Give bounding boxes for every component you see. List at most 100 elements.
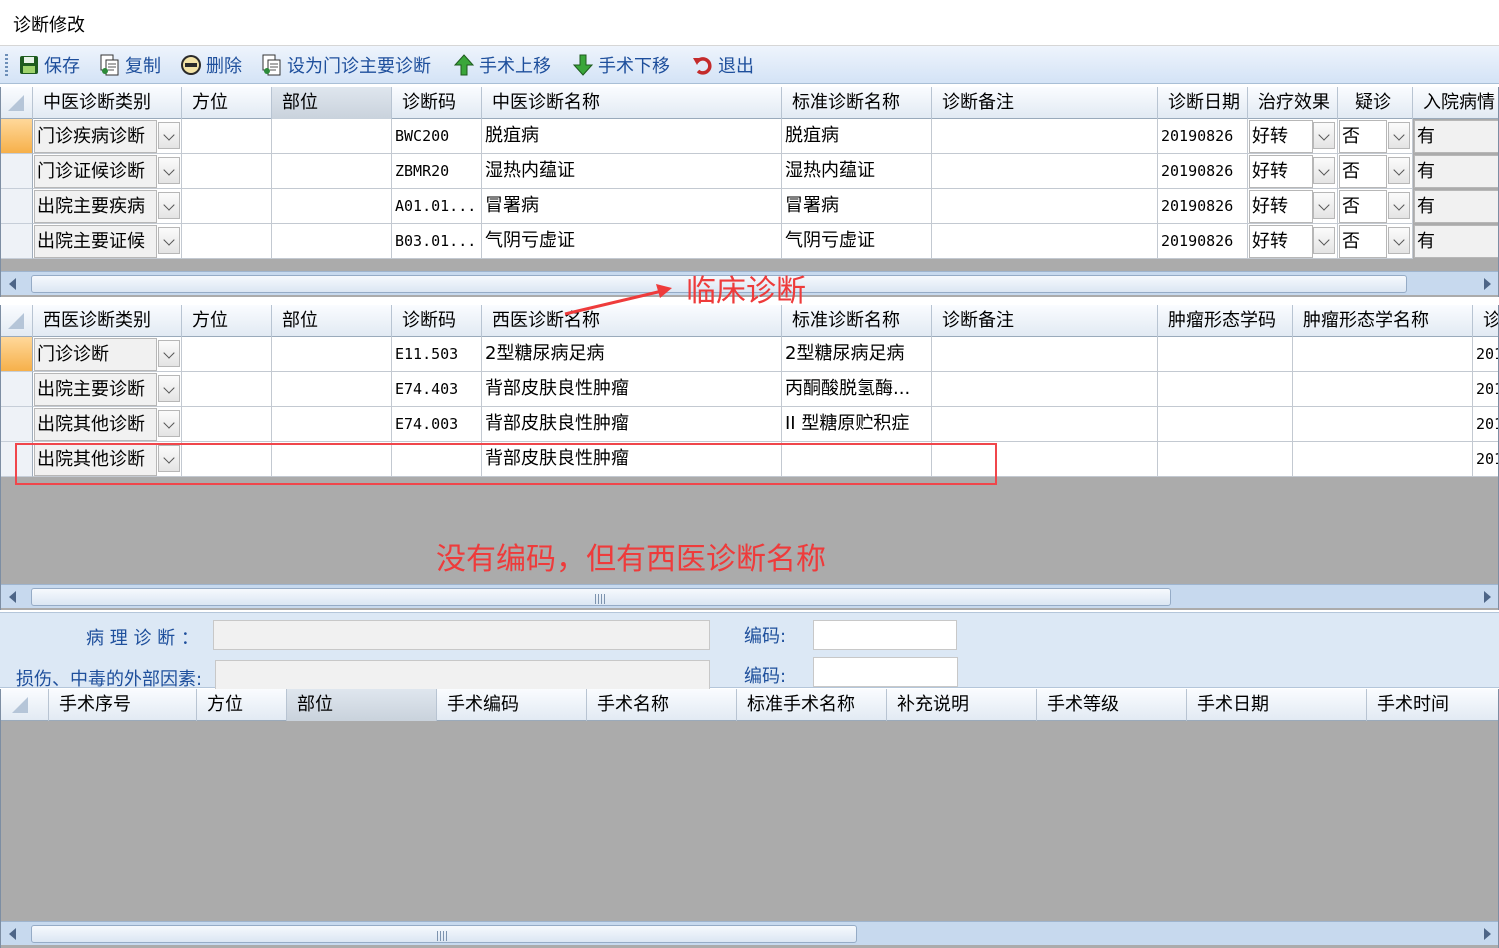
diagnosis-name[interactable]: 背部皮肤良性肿瘤 — [482, 407, 782, 442]
table-row[interactable]: 出院主要证候 B03.01... 气阴亏虚证 气阴亏虚证 20190826 好转… — [1, 224, 1498, 259]
diagnosis-code[interactable]: A01.01... — [392, 189, 482, 224]
diagnosis-date[interactable]: 20190826 — [1158, 154, 1248, 189]
standard-diagnosis-name[interactable]: 气阴亏虚证 — [782, 224, 932, 259]
scroll-right-icon[interactable] — [1475, 272, 1498, 296]
diagnosis-note[interactable] — [932, 119, 1158, 154]
table-row[interactable]: 门诊疾病诊断 BWC200 脱疽病 脱疽病 20190826 好转 否 有 — [1, 119, 1498, 154]
diagnosis-name[interactable]: 背部皮肤良性肿瘤 — [482, 372, 782, 407]
diagnosis-code[interactable]: E74.003 — [392, 407, 482, 442]
diagnosis-date[interactable]: 20190826 — [1158, 119, 1248, 154]
wm-col-direction[interactable]: 方位 — [182, 305, 272, 337]
category-select[interactable]: 出院主要疾病 — [34, 190, 157, 223]
wm-horizontal-scrollbar[interactable] — [1, 584, 1498, 609]
tcm-col-admission[interactable]: 入院病情 — [1413, 87, 1498, 119]
scroll-left-icon[interactable] — [1, 272, 25, 296]
surgery-col-site[interactable]: 部位 — [287, 689, 437, 721]
surgery-col-date[interactable]: 手术日期 — [1187, 689, 1367, 721]
chevron-down-icon[interactable] — [158, 157, 180, 184]
tcm-col-code[interactable]: 诊断码 — [392, 87, 482, 119]
scroll-right-icon[interactable] — [1475, 922, 1498, 946]
standard-diagnosis-name[interactable]: 脱疽病 — [782, 119, 932, 154]
chevron-down-icon[interactable] — [1313, 122, 1335, 149]
scrollbar-thumb[interactable] — [31, 588, 1171, 606]
category-select[interactable]: 门诊疾病诊断 — [34, 120, 157, 153]
table-row[interactable]: 门诊诊断 E11.503 2型糖尿病足病 2型糖尿病足病 201 — [1, 337, 1498, 372]
suspect-select[interactable]: 否 — [1339, 225, 1387, 258]
chevron-down-icon[interactable] — [1388, 227, 1410, 254]
tcm-col-direction[interactable]: 方位 — [182, 87, 272, 119]
diagnosis-name[interactable]: 冒署病 — [482, 189, 782, 224]
chevron-down-icon[interactable] — [1388, 122, 1410, 149]
table-row[interactable]: 出院主要诊断 E74.403 背部皮肤良性肿瘤 丙酮酸脱氢酶... 201 — [1, 372, 1498, 407]
select-all-corner[interactable] — [1, 305, 33, 337]
diagnosis-code[interactable]: B03.01... — [392, 224, 482, 259]
copy-button[interactable]: 复制 — [99, 51, 161, 79]
standard-diagnosis-name[interactable]: 丙酮酸脱氢酶... — [782, 372, 932, 407]
row-indicator[interactable] — [1, 154, 33, 189]
exit-button[interactable]: 退出 — [692, 51, 754, 79]
tcm-col-note[interactable]: 诊断备注 — [932, 87, 1158, 119]
surgery-col-time[interactable]: 手术时间 — [1367, 689, 1498, 721]
wm-col-note[interactable]: 诊断备注 — [932, 305, 1158, 337]
tcm-col-name[interactable]: 中医诊断名称 — [482, 87, 782, 119]
diagnosis-note[interactable] — [932, 189, 1158, 224]
category-select[interactable]: 出院主要证候 — [34, 225, 157, 258]
diagnosis-date[interactable]: 201 — [1473, 337, 1498, 372]
chevron-down-icon[interactable] — [158, 122, 180, 149]
scroll-right-icon[interactable] — [1475, 585, 1498, 609]
select-all-corner[interactable] — [5, 689, 49, 721]
surgery-horizontal-scrollbar[interactable] — [1, 921, 1498, 946]
chevron-down-icon[interactable] — [1388, 192, 1410, 219]
move-down-button[interactable]: 手术下移 — [572, 51, 670, 79]
suspect-select[interactable]: 否 — [1339, 190, 1387, 223]
chevron-down-icon[interactable] — [1313, 192, 1335, 219]
chevron-down-icon[interactable] — [158, 227, 180, 254]
standard-diagnosis-name[interactable]: 湿热内蕴证 — [782, 154, 932, 189]
category-select[interactable]: 出院其他诊断 — [34, 408, 157, 441]
row-indicator[interactable] — [1, 407, 33, 442]
row-indicator[interactable] — [1, 224, 33, 259]
pathology-input[interactable] — [213, 620, 710, 650]
diagnosis-code[interactable]: E11.503 — [392, 337, 482, 372]
tcm-col-date[interactable]: 诊断日期 — [1158, 87, 1248, 119]
effect-select[interactable]: 好转 — [1249, 225, 1313, 258]
chevron-down-icon[interactable] — [158, 410, 180, 437]
scroll-left-icon[interactable] — [1, 922, 25, 946]
category-select[interactable]: 门诊诊断 — [34, 338, 157, 371]
chevron-down-icon[interactable] — [158, 375, 180, 402]
chevron-down-icon[interactable] — [158, 340, 180, 367]
surgery-col-name[interactable]: 手术名称 — [587, 689, 737, 721]
effect-select[interactable]: 好转 — [1249, 120, 1313, 153]
wm-col-morph-code[interactable]: 肿瘤形态学码 — [1158, 305, 1293, 337]
category-select[interactable]: 出院主要诊断 — [34, 373, 157, 406]
table-row[interactable]: 门诊证候诊断 ZBMR20 湿热内蕴证 湿热内蕴证 20190826 好转 否 … — [1, 154, 1498, 189]
diagnosis-note[interactable] — [932, 224, 1158, 259]
standard-diagnosis-name[interactable]: II 型糖原贮积症 — [782, 407, 932, 442]
row-indicator[interactable] — [1, 189, 33, 224]
tcm-col-category[interactable]: 中医诊断类别 — [33, 87, 182, 119]
suspect-select[interactable]: 否 — [1339, 155, 1387, 188]
surgery-col-seq[interactable]: 手术序号 — [49, 689, 197, 721]
diagnosis-code[interactable]: BWC200 — [392, 119, 482, 154]
surgery-col-code[interactable]: 手术编码 — [437, 689, 587, 721]
surgery-col-direction[interactable]: 方位 — [197, 689, 287, 721]
standard-diagnosis-name[interactable]: 冒署病 — [782, 189, 932, 224]
surgery-col-level[interactable]: 手术等级 — [1037, 689, 1187, 721]
diagnosis-date[interactable]: 201 — [1473, 372, 1498, 407]
chevron-down-icon[interactable] — [158, 192, 180, 219]
category-select[interactable]: 门诊证候诊断 — [34, 155, 157, 188]
save-button[interactable]: 保存 — [18, 51, 80, 79]
tcm-col-suspect[interactable]: 疑诊 — [1338, 87, 1413, 119]
scrollbar-thumb[interactable] — [31, 925, 857, 943]
surgery-col-std-name[interactable]: 标准手术名称 — [737, 689, 887, 721]
diagnosis-date[interactable]: 201 — [1473, 407, 1498, 442]
select-all-corner[interactable] — [1, 87, 33, 119]
injury-input[interactable] — [215, 660, 710, 690]
diagnosis-name[interactable]: 脱疽病 — [482, 119, 782, 154]
diagnosis-date[interactable]: 20190826 — [1158, 224, 1248, 259]
admission-select[interactable]: 有 — [1414, 190, 1498, 223]
row-indicator[interactable] — [1, 337, 33, 372]
standard-diagnosis-name[interactable]: 2型糖尿病足病 — [782, 337, 932, 372]
wm-col-code[interactable]: 诊断码 — [392, 305, 482, 337]
chevron-down-icon[interactable] — [1313, 227, 1335, 254]
